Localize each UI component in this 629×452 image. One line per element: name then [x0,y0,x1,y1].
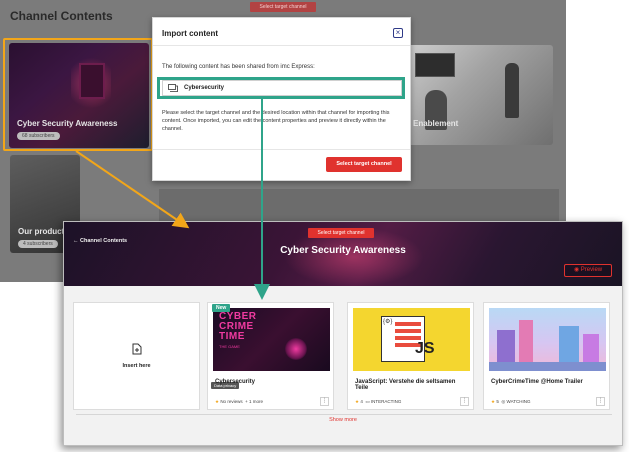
card-title: Our product [18,227,65,236]
thumbnail-artwork [519,320,533,364]
close-icon[interactable]: × [393,28,403,38]
thumbnail-subtext: THE GAME [219,344,240,349]
thumbnail-artwork [489,362,606,371]
card-artwork [415,53,455,77]
tile-title: JavaScript: Verstehe die seltsamen Teile [355,379,456,391]
select-target-button[interactable]: Select target channel [250,2,316,12]
import-content-dialog: Import content × The following content h… [152,17,411,181]
back-link[interactable]: ← Channel Contents [73,238,127,244]
select-target-channel-button[interactable]: Select target channel [326,157,402,172]
star-icon: ★ [215,399,220,404]
channel-banner: ← Channel Contents Select target channel… [64,222,622,287]
content-tile-javascript[interactable]: {⚙} JS JavaScript: Verstehe die seltsame… [347,302,474,410]
divider [153,149,410,150]
subscriber-badge: 4 subscribers [18,240,58,248]
tile-title: Cybersecurity [215,379,256,385]
insert-icon [132,343,142,355]
thumbnail-artwork [395,322,421,326]
dialog-intro-text: The following content has been shared fr… [162,64,315,70]
preview-label: Preview [580,267,603,273]
tile-meta: ★ 4 ▭ INTERACTING [355,399,401,405]
new-badge: New [212,304,231,312]
card-artwork [505,63,519,118]
code-icon: {⚙} [383,319,393,325]
thumbnail-artwork [559,326,579,364]
insert-here-label: Insert here [122,363,151,369]
preview-button[interactable]: ◉ Preview [564,264,612,277]
thumbnail: {⚙} JS [353,308,470,371]
channel-content-grid: Insert here CYBER CRIME TIME THE GAME Ne… [64,286,622,445]
channel-card-enablement[interactable]: Enablement [405,45,553,145]
more-options-icon[interactable]: ⋮ [596,397,605,406]
divider [153,45,410,46]
reviews-count: No reviews [220,399,243,404]
content-tile-cybersecurity[interactable]: CYBER CRIME TIME THE GAME New Data priva… [207,302,334,410]
channel-title: Cyber Security Awareness [280,245,406,256]
page-title: Channel Contents [10,9,113,23]
thumbnail [489,308,606,371]
thumbnail-text: CYBER CRIME TIME [219,311,257,342]
thumbnail-artwork [497,330,515,364]
thumbnail-artwork [583,334,599,364]
tile-meta: ★ No reviews + 1 more [215,399,263,405]
star-icon: ★ [355,399,360,404]
channel-page-screenshot: ← Channel Contents Select target channel… [63,221,623,446]
calendar-icon: ▭ [365,399,370,404]
tile-title: CyberCrimeTime @Home Trailer [491,379,583,385]
insert-here-tile[interactable]: Insert here [73,302,200,410]
rating-value: 5 [496,399,499,404]
show-more-link[interactable]: Show more [64,417,622,423]
dialog-description: Please select the target channel and the… [162,110,390,132]
status-label: WATCHING [506,399,531,404]
tag-more[interactable]: + 1 more [245,399,263,404]
highlight-box-orange [3,38,153,151]
tile-meta: ★ 5 ◎ WATCHING [491,399,531,405]
dialog-title: Import content [162,29,218,38]
highlight-box-teal [157,77,405,99]
rating-value: 4 [360,399,363,404]
thumbnail: CYBER CRIME TIME THE GAME [213,308,330,371]
star-icon: ★ [491,399,496,404]
select-target-button[interactable]: Select target channel [308,228,374,238]
divider [76,414,612,415]
video-icon: ◎ [501,399,506,404]
status-label: INTERACTING [370,399,402,404]
eye-icon: ◉ [573,267,581,273]
card-title: Enablement [413,119,459,128]
content-tile-trailer[interactable]: CyberCrimeTime @Home Trailer ★ 5 ◎ WATCH… [483,302,610,410]
thumbnail-artwork [285,338,307,360]
thumbnail-text: JS [415,340,435,357]
more-options-icon[interactable]: ⋮ [320,397,329,406]
more-options-icon[interactable]: ⋮ [460,397,469,406]
